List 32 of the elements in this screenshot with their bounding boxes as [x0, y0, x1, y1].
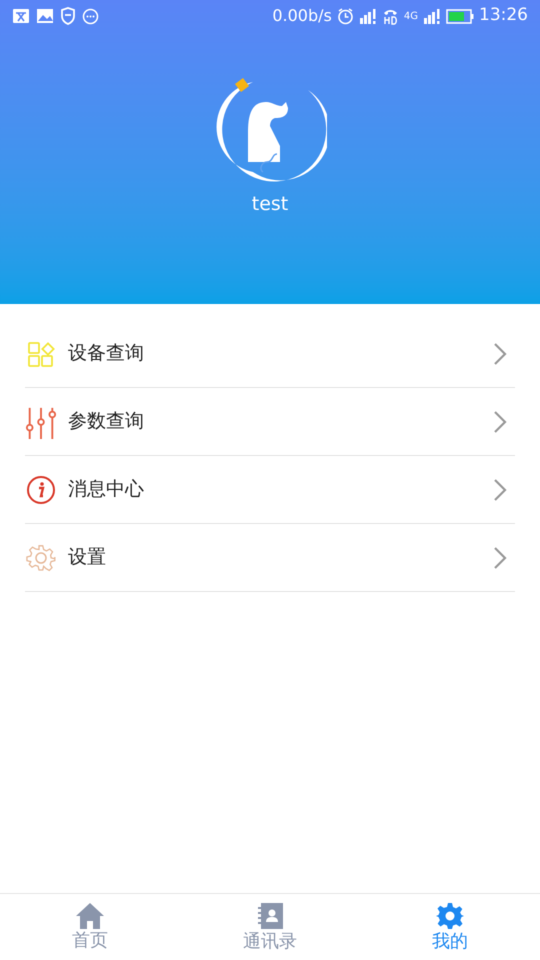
chevron-right-icon: [493, 410, 507, 434]
battery-icon: [446, 8, 474, 24]
chevron-right-icon: [493, 342, 507, 366]
image-icon: [36, 8, 54, 24]
menu-item[interactable]: 消息中心: [25, 456, 515, 524]
network-type: 4G: [404, 10, 418, 24]
nav-tab[interactable]: 我的: [360, 894, 540, 960]
contact-book-icon: [256, 902, 284, 930]
shield-icon: [60, 7, 76, 25]
menu-label: 消息中心: [68, 477, 144, 502]
menu-item[interactable]: 设置: [25, 524, 515, 592]
signal-icon: [358, 8, 377, 24]
menu-item[interactable]: 参数查询: [25, 388, 515, 456]
gear-icon: [436, 902, 464, 930]
grid-icon: [27, 340, 55, 368]
chevron-right-icon: [493, 478, 507, 502]
info-icon: [26, 474, 56, 504]
menu-label: 设置: [68, 545, 106, 570]
menu-label: 设备查询: [68, 341, 144, 366]
app-icon: [12, 8, 30, 24]
home-icon: [75, 902, 105, 929]
username: test: [252, 192, 288, 217]
menu-label: 参数查询: [68, 409, 144, 434]
hd-call-icon: [382, 8, 399, 24]
signal-icon: [423, 8, 441, 24]
menu-item[interactable]: 设备查询: [25, 320, 515, 388]
gear-icon: [26, 542, 56, 572]
chat-icon: [82, 8, 99, 24]
alarm-icon: [336, 8, 354, 24]
chevron-right-icon: [493, 546, 507, 570]
network-speed: 0.00b/s: [272, 5, 332, 27]
clock: 13:26: [479, 4, 528, 28]
